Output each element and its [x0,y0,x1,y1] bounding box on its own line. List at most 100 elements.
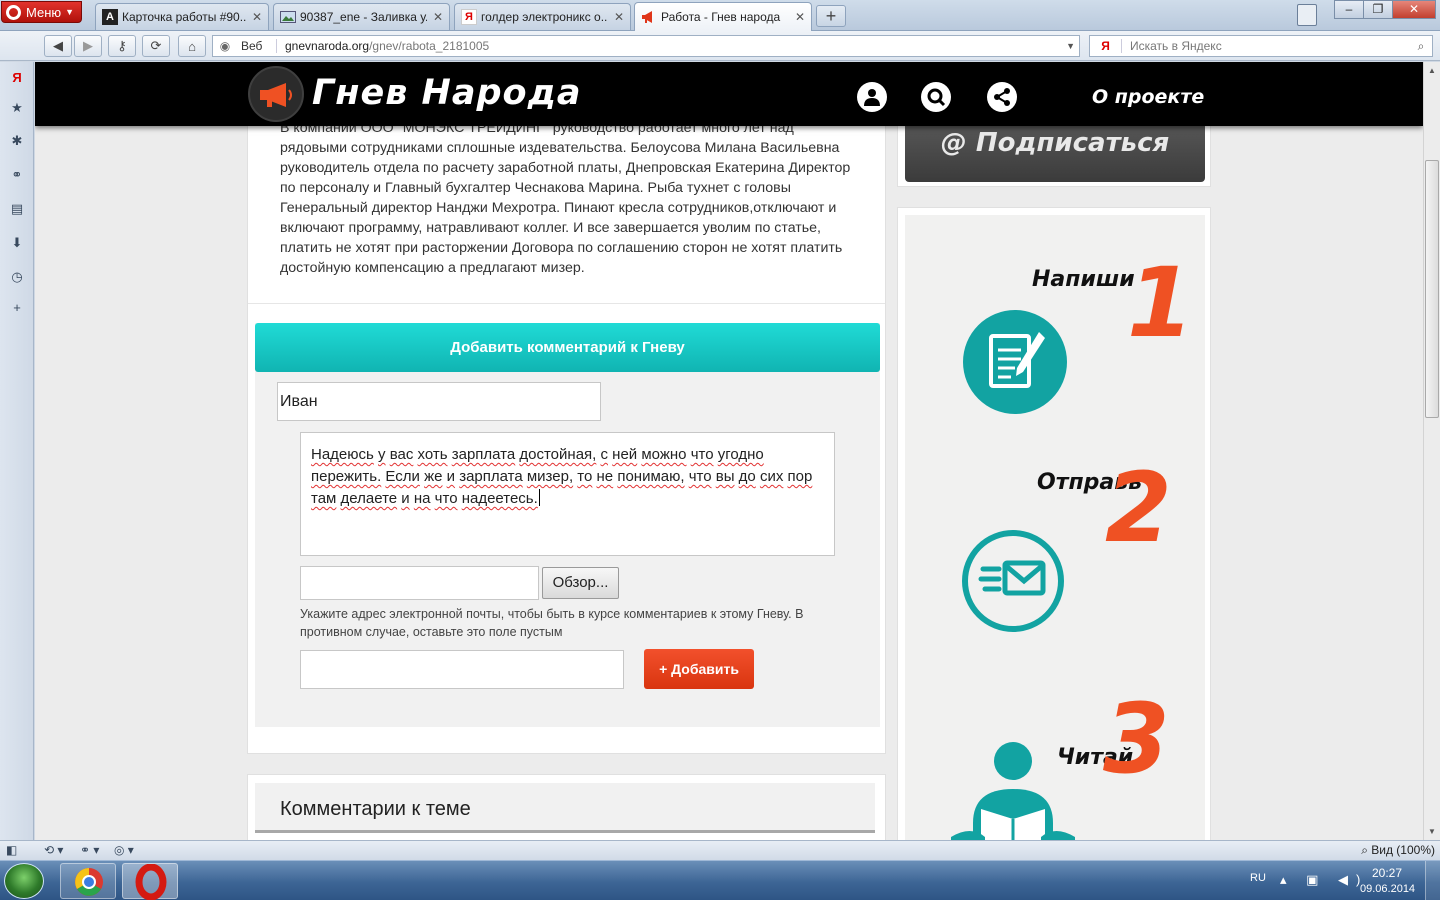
windows-start-icon[interactable] [4,863,44,899]
chevron-down-icon[interactable]: ▼ [1066,41,1075,51]
divider [248,303,885,304]
file-path-input[interactable] [300,566,539,600]
tab-1[interactable]: A Карточка работы #90... ✕ [95,3,269,30]
email-input[interactable] [300,650,624,689]
minimize-button[interactable]: – [1334,0,1364,19]
comment-word: достойная, [519,446,597,463]
search-icon[interactable] [921,82,951,112]
search-placeholder: Искать в Яндекс [1130,39,1222,53]
search-field[interactable]: Я Искать в Яндекс ⌕ [1089,35,1433,57]
opera-menu-button[interactable]: Меню ▼ [1,1,82,23]
yandex-panel-icon[interactable]: Я [8,68,26,86]
comment-word: и [446,468,456,485]
home-button[interactable]: ⌂ [178,35,206,57]
search-icon[interactable]: ⌕ [1410,39,1432,54]
image-favicon-icon [280,9,296,25]
turbo-icon[interactable]: ◎ ▾ [114,843,134,857]
scrollbar-thumb[interactable] [1425,160,1439,418]
forward-button[interactable]: ▶ [74,35,102,57]
history-icon[interactable]: ◷ [8,268,26,286]
key-icon[interactable]: ⚷ [108,35,136,57]
notes-icon[interactable]: ▤ [8,200,26,218]
tab-title: Карточка работы #90... [122,10,246,24]
address-field[interactable]: ◉ Веб gnevnaroda.org /gnev/rabota_218100… [212,35,1080,57]
tab-2[interactable]: 90387_ene - Заливка у... ✕ [273,3,450,30]
chevron-down-icon: ▼ [65,7,75,17]
comments-card: Комментарии к теме [247,774,886,840]
browser-tab-bar: Меню ▼ A Карточка работы #90... ✕ 90387_… [0,0,1440,31]
comment-word: что [688,468,712,485]
scroll-down-arrow-icon[interactable]: ▼ [1424,823,1440,840]
step-1-label: Напиши [1032,267,1135,292]
scroll-up-arrow-icon[interactable]: ▲ [1424,62,1440,79]
window-controls: – ❐ ✕ [1334,0,1436,19]
language-indicator[interactable]: RU [1250,872,1266,884]
tab-3[interactable]: Я голдер электроникс о... ✕ [454,3,631,30]
widgets-icon[interactable]: ✱ [8,132,26,150]
close-icon[interactable]: ✕ [795,10,805,24]
comment-word: зарплата [451,446,516,463]
browse-button[interactable]: Обзор... [542,567,619,599]
web-label: Веб [237,39,277,53]
browser-status-bar: ◧ ⟲ ▾ ⚭ ▾ ◎ ▾ ⌕ Вид (100%) [0,840,1440,860]
megaphone-logo-icon[interactable] [248,66,304,122]
tab-title: голдер электроникс о... [481,10,608,24]
comment-word: пор [787,468,813,485]
yandex-favicon-icon: Я [461,9,477,25]
bookmarks-icon[interactable]: ★ [8,99,26,117]
comment-word: вы [715,468,735,485]
comment-word: делаете [340,490,398,507]
back-button[interactable]: ◀ [44,35,72,57]
close-icon[interactable]: ✕ [252,10,262,24]
page-scrollbar[interactable]: ▲ ▼ [1423,62,1440,840]
user-icon[interactable] [857,82,887,112]
chrome-taskbar-icon[interactable] [60,863,116,899]
opera-logo-icon [6,4,21,20]
show-desktop-button[interactable] [1425,861,1440,900]
close-icon[interactable]: ✕ [614,10,624,24]
comment-word: понимаю, [617,468,685,485]
reload-button[interactable]: ⟳ [142,35,170,57]
comment-word: можно [641,446,687,463]
new-tab-button[interactable]: + [816,5,846,27]
comment-form-header[interactable]: Добавить комментарий к Гневу [255,323,880,372]
comment-word: что [434,490,458,507]
comment-word: на [413,490,431,507]
site-title[interactable]: Гнев Народа [312,73,581,113]
unite-status-icon[interactable]: ⚭ ▾ [80,843,99,857]
downloads-icon[interactable]: ⬇ [8,234,26,252]
tab-4-active[interactable]: Работа - Гнев народа ✕ [634,2,812,31]
page-viewport: В компании ООО "МОНЭКС ТРЕЙДИНГ" руковод… [35,62,1423,840]
menu-label: Меню [26,4,62,20]
panel-toggle-icon[interactable]: ◧ [6,843,17,857]
comment-word: угодно [717,446,764,463]
zoom-level[interactable]: ⌕ Вид (100%) [1361,843,1435,858]
step-3-number: 3 [1103,683,1170,795]
tray-icons[interactable]: ▴ ▣ ◀) [1280,872,1368,888]
comment-word: зарплата [459,468,523,485]
clock-time[interactable]: 20:27 [1372,866,1402,880]
opera-taskbar-icon[interactable] [122,863,178,900]
reader-icon [951,737,1075,840]
text-caret [538,489,540,506]
maximize-button[interactable]: ❐ [1363,0,1393,19]
name-input[interactable]: Иван [277,382,601,421]
url-host: gnevnaroda.org [285,39,370,53]
tab-title: Работа - Гнев народа [661,10,781,24]
comment-word: сих [759,468,784,485]
add-panel-icon[interactable]: + [8,298,26,316]
comment-word: хоть [417,446,448,463]
yandex-engine-icon[interactable]: Я [1090,39,1122,53]
add-comment-button[interactable]: + Добавить [644,649,754,689]
sync-icon[interactable]: ⟲ ▾ [44,843,63,857]
window-close-button[interactable]: ✕ [1392,0,1436,19]
clock-date[interactable]: 09.06.2014 [1360,883,1415,895]
windows-taskbar: RU ▴ ▣ ◀) 20:27 09.06.2014 [0,860,1440,900]
comment-word: с [600,446,609,463]
comment-textarea[interactable]: Надеюсь у вас хоть зарплата достойная, с… [300,432,835,556]
unite-icon[interactable]: ⚭ [8,166,26,184]
close-icon[interactable]: ✕ [433,10,443,24]
share-icon[interactable] [987,82,1017,112]
panel-toggle-icon[interactable] [1297,4,1317,26]
about-project-link[interactable]: О проекте [1092,86,1204,108]
